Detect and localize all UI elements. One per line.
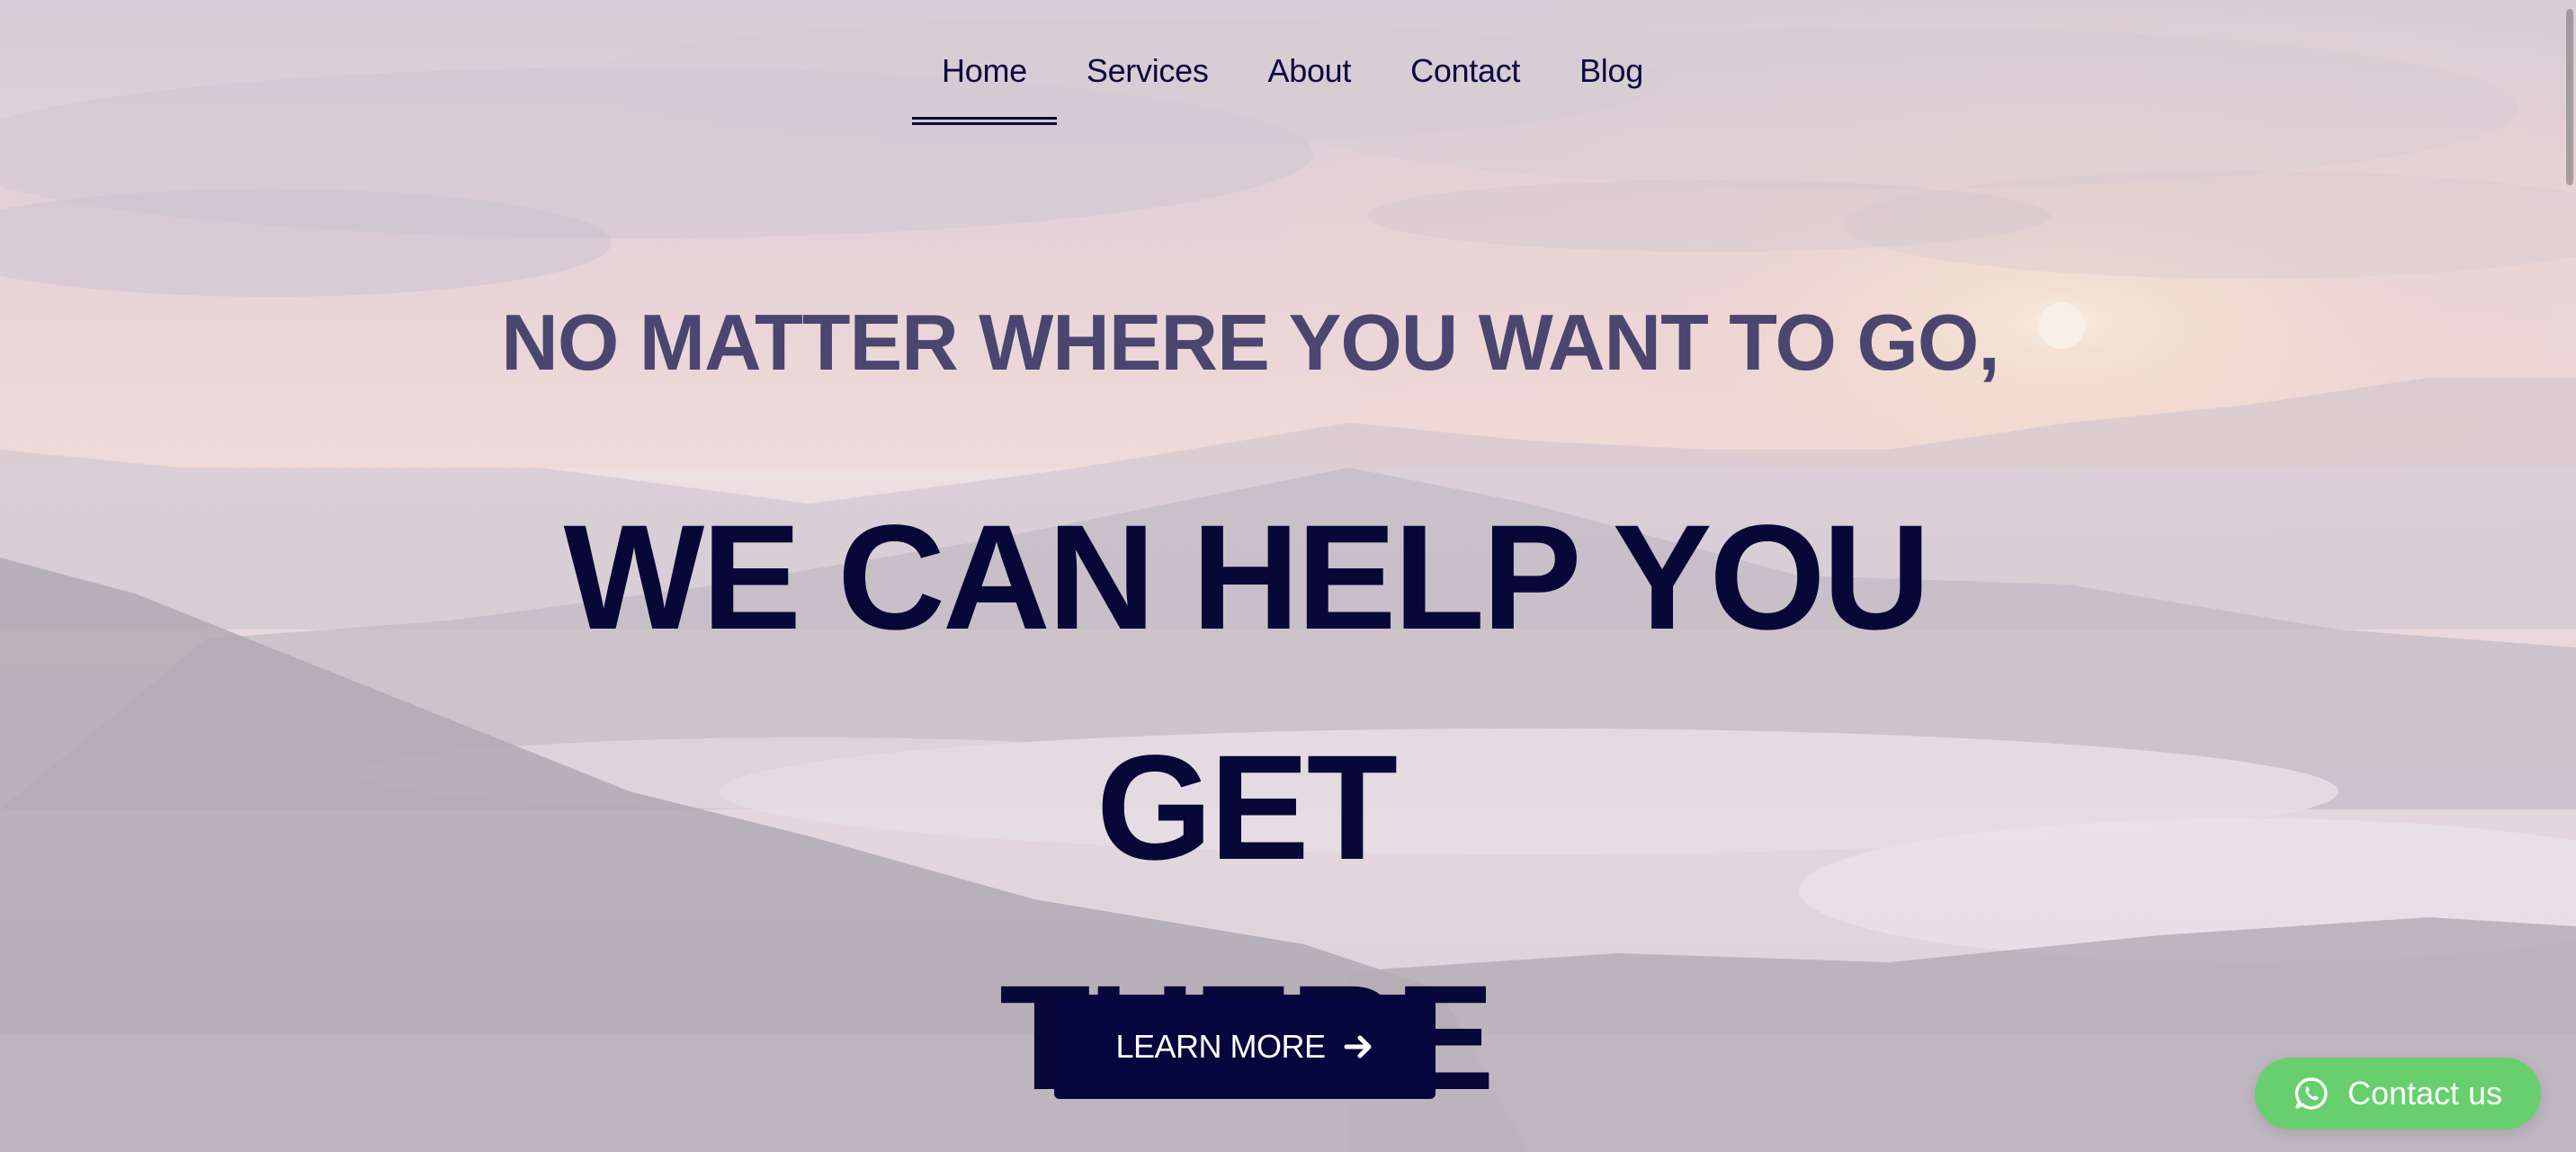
main-navigation: Home Services About Contact Blog [0, 52, 2576, 125]
nav-list: Home Services About Contact Blog [912, 52, 1673, 125]
contact-us-label: Contact us [2347, 1075, 2503, 1112]
arrow-right-icon [1344, 1031, 1374, 1062]
nav-item-about[interactable]: About [1239, 52, 1382, 90]
learn-more-button[interactable]: LEARN MORE [1054, 995, 1436, 1099]
scrollbar-thumb[interactable] [2566, 9, 2573, 185]
whatsapp-icon [2294, 1076, 2330, 1112]
nav-item-services[interactable]: Services [1057, 52, 1239, 90]
nav-item-home[interactable]: Home [912, 52, 1057, 125]
learn-more-label: LEARN MORE [1115, 1028, 1326, 1065]
whatsapp-contact-button[interactable]: Contact us [2255, 1058, 2541, 1130]
hero-title-line-1: WE CAN HELP YOU GET [563, 495, 1931, 891]
page: Home Services About Contact Blog NO MATT… [0, 0, 2576, 1152]
nav-item-contact[interactable]: Contact [1381, 52, 1550, 90]
hero-kicker: NO MATTER WHERE YOU WANT TO GO, [501, 298, 1999, 387]
page-scrollbar[interactable] [2563, 0, 2576, 1152]
nav-item-blog[interactable]: Blog [1550, 52, 1673, 90]
